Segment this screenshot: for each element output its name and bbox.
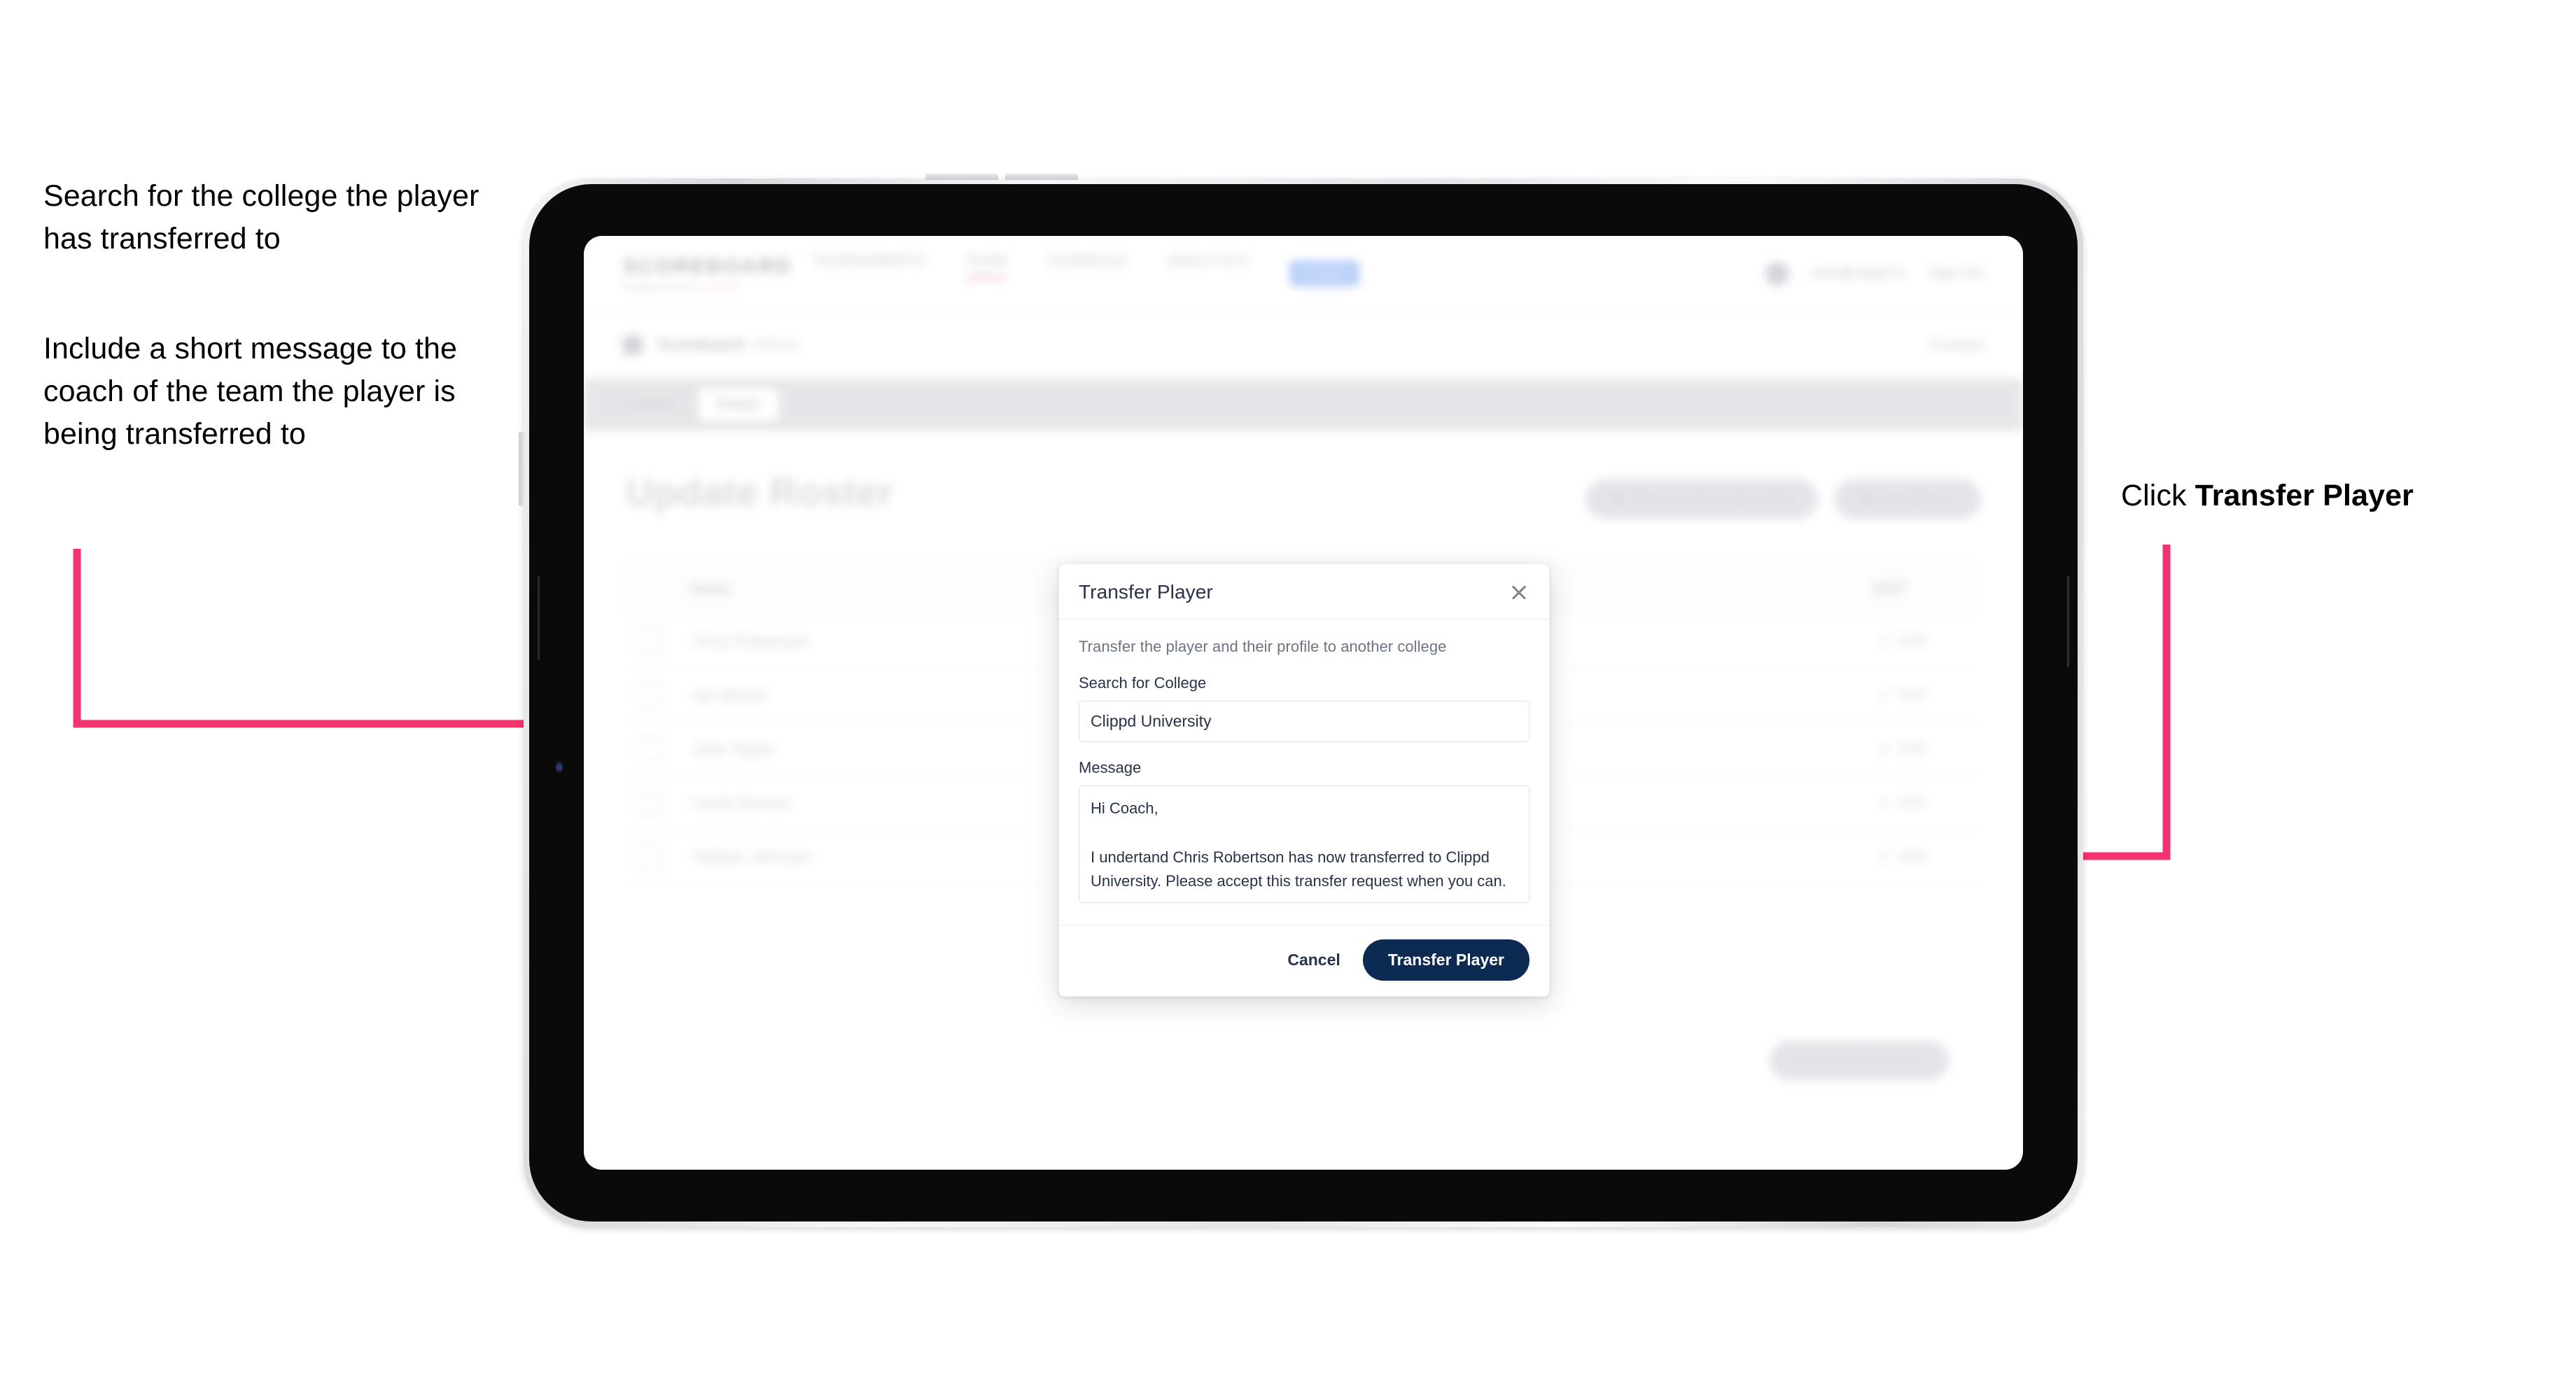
- transfer-player-button[interactable]: Transfer Player: [1362, 939, 1530, 981]
- modal-footer: Cancel Transfer Player: [1059, 925, 1549, 996]
- modal-body: Transfer the player and their profile to…: [1059, 620, 1549, 925]
- modal-header: Transfer Player: [1059, 564, 1549, 620]
- annotation-include-message: Include a short message to the coach of …: [43, 332, 458, 451]
- modal-subtitle: Transfer the player and their profile to…: [1079, 638, 1447, 655]
- annotation-click-transfer: Click Transfer Player: [2121, 475, 2555, 517]
- close-icon[interactable]: [1508, 582, 1530, 603]
- device-antenna-line-right: [2067, 576, 2069, 667]
- message-textarea[interactable]: Hi Coach, I undertand Chris Robertson ha…: [1079, 785, 1530, 903]
- annotation-search-college: Search for the college the player has tr…: [43, 179, 479, 256]
- device-bezel: SCOREBOARD POWERED BY CLIPPD TOURNAMENTS…: [529, 184, 2078, 1222]
- volume-down-button[interactable]: [1005, 174, 1078, 180]
- cancel-button[interactable]: Cancel: [1283, 944, 1344, 976]
- tablet-device: SCOREBOARD POWERED BY CLIPPD TOURNAMENTS…: [519, 174, 2083, 1227]
- modal-title: Transfer Player: [1079, 581, 1213, 603]
- device-screen: SCOREBOARD POWERED BY CLIPPD TOURNAMENTS…: [584, 236, 2023, 1170]
- transfer-player-modal: Transfer Player Transfer the player and …: [1058, 564, 1550, 997]
- front-camera-icon: [556, 761, 563, 774]
- message-field-group: Message Hi Coach, I undertand Chris Robe…: [1079, 759, 1530, 906]
- volume-up-button[interactable]: [925, 174, 998, 180]
- modal-overlay: Transfer Player Transfer the player and …: [584, 236, 2023, 1170]
- college-field-label: Search for College: [1079, 674, 1207, 692]
- message-field-label: Message: [1079, 759, 1142, 776]
- search-college-input[interactable]: [1079, 701, 1530, 742]
- device-antenna-line-left: [538, 576, 540, 660]
- college-field-group: Search for College: [1079, 674, 1530, 742]
- annotation-click-prefix: Click: [2121, 479, 2195, 512]
- power-button[interactable]: [519, 432, 525, 506]
- annotation-click-bold: Transfer Player: [2194, 479, 2414, 512]
